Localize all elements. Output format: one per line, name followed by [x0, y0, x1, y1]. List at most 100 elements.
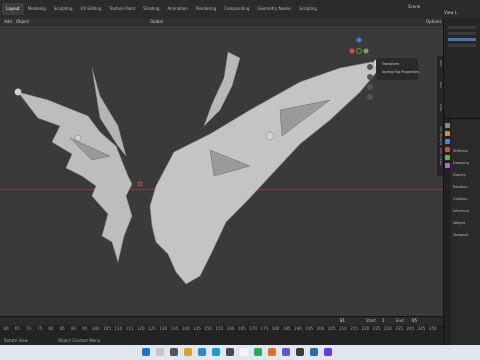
pan-icon[interactable]: [367, 74, 373, 80]
frame-ruler[interactable]: 60 65 70 75 80 85 90 95 100 105 110 115 120 125 130 135…: [0, 326, 443, 334]
frame-tick[interactable]: 145: [193, 326, 201, 331]
start-frame-field[interactable]: 1: [382, 318, 385, 323]
tab-scripting[interactable]: Scripting: [295, 3, 321, 15]
frame-tick[interactable]: 225: [373, 326, 381, 331]
tab-layout[interactable]: Layout: [2, 3, 24, 15]
y-axis-positive-dot[interactable]: [363, 48, 369, 54]
outliner-row-selected[interactable]: [448, 38, 476, 41]
tab-rendering[interactable]: Rendering: [192, 3, 220, 15]
tab-geometry-nodes[interactable]: Geometry Nodes: [253, 3, 295, 15]
zoom-icon[interactable]: [367, 64, 373, 70]
property-stiffness[interactable]: Stiffness: [453, 149, 468, 153]
vscode-icon[interactable]: [310, 348, 318, 356]
frame-tick[interactable]: 115: [126, 326, 134, 331]
camera-icon[interactable]: [367, 84, 373, 90]
outliner-row[interactable]: [448, 26, 476, 29]
property-viewport[interactable]: Viewport: [453, 233, 468, 237]
frame-tick[interactable]: 230: [384, 326, 392, 331]
frame-tick[interactable]: 195: [305, 326, 313, 331]
app-icon[interactable]: [324, 348, 332, 356]
file-explorer-icon[interactable]: [184, 348, 192, 356]
object-menu[interactable]: Object: [16, 19, 29, 24]
property-influence[interactable]: Influence: [453, 209, 469, 213]
frame-tick[interactable]: 220: [362, 326, 370, 331]
properties-editor[interactable]: Stiffness Damping Gravity Rotation Collision…: [443, 118, 480, 346]
tab-animation[interactable]: Animation: [163, 3, 191, 15]
discord-icon[interactable]: [282, 348, 290, 356]
grid-icon[interactable]: [367, 94, 373, 100]
constraint-tab-icon[interactable]: [445, 147, 450, 152]
material-tab-icon[interactable]: [445, 163, 450, 168]
frame-tick[interactable]: 70: [26, 326, 31, 331]
frame-tick[interactable]: 150: [204, 326, 212, 331]
property-collision[interactable]: Collision: [453, 197, 468, 201]
current-frame-field[interactable]: 81: [340, 318, 345, 323]
frame-tick[interactable]: 155: [216, 326, 224, 331]
frame-tick[interactable]: 110: [114, 326, 122, 331]
frame-tick[interactable]: 85: [60, 326, 65, 331]
paint-icon[interactable]: [240, 348, 248, 356]
property-damping[interactable]: Damping: [453, 161, 469, 165]
tool-tab-icon[interactable]: [445, 123, 450, 128]
outliner-row[interactable]: [448, 44, 476, 47]
property-weight[interactable]: Weight: [453, 221, 465, 225]
blender-icon[interactable]: [268, 348, 276, 356]
add-menu[interactable]: Add: [4, 19, 12, 24]
end-frame-field[interactable]: 95: [412, 318, 417, 323]
frame-tick[interactable]: 80: [48, 326, 53, 331]
y-axis-dot[interactable]: [356, 48, 362, 54]
frame-tick[interactable]: 105: [103, 326, 111, 331]
frame-tick[interactable]: 215: [350, 326, 358, 331]
object-tab-icon[interactable]: [445, 131, 450, 136]
frame-tick[interactable]: 95: [82, 326, 87, 331]
tab-compositing[interactable]: Compositing: [220, 3, 253, 15]
frame-tick[interactable]: 185: [283, 326, 291, 331]
frame-tick[interactable]: 250: [429, 326, 437, 331]
3d-viewport[interactable]: Transform Spring Rig Properties Item Tool…: [0, 26, 443, 316]
bone-joint[interactable]: [265, 131, 275, 141]
frame-tick[interactable]: 245: [418, 326, 426, 331]
frame-tick[interactable]: 135: [171, 326, 179, 331]
frame-tick[interactable]: 160: [227, 326, 235, 331]
frame-tick[interactable]: 205: [328, 326, 336, 331]
z-axis-dot[interactable]: [356, 37, 362, 43]
bone-joint[interactable]: [14, 88, 22, 96]
chrome-icon[interactable]: [254, 348, 262, 356]
bone-joint[interactable]: [74, 134, 82, 142]
outliner-row[interactable]: [448, 32, 476, 35]
options-dropdown[interactable]: Options: [426, 19, 441, 24]
frame-tick[interactable]: 170: [249, 326, 257, 331]
view-layer-selector[interactable]: View L: [444, 10, 457, 15]
start-icon[interactable]: [142, 348, 150, 356]
frame-tick[interactable]: 90: [71, 326, 76, 331]
property-rotation[interactable]: Rotation: [453, 185, 468, 189]
frame-tick[interactable]: 200: [317, 326, 325, 331]
frame-tick[interactable]: 75: [37, 326, 42, 331]
tab-sculpting[interactable]: Sculpting: [50, 3, 77, 15]
terminal-icon[interactable]: [296, 348, 304, 356]
frame-tick[interactable]: 130: [159, 326, 167, 331]
tab-modeling[interactable]: Modeling: [24, 3, 50, 15]
navigation-gizmo[interactable]: [344, 36, 374, 66]
frame-tick[interactable]: 210: [339, 326, 347, 331]
transform-section[interactable]: Transform: [382, 62, 399, 66]
property-gravity[interactable]: Gravity: [453, 173, 466, 177]
frame-tick[interactable]: 60: [3, 326, 8, 331]
outliner[interactable]: [443, 18, 480, 118]
modifier-tab-icon[interactable]: [445, 139, 450, 144]
mail-icon[interactable]: [226, 348, 234, 356]
frame-tick[interactable]: 125: [148, 326, 156, 331]
frame-tick[interactable]: 140: [182, 326, 190, 331]
edge-icon[interactable]: [198, 348, 206, 356]
frame-tick[interactable]: 175: [260, 326, 268, 331]
task-view-icon[interactable]: [170, 348, 178, 356]
tab-shading[interactable]: Shading: [139, 3, 163, 15]
x-axis-dot[interactable]: [349, 48, 355, 54]
data-tab-icon[interactable]: [445, 155, 450, 160]
frame-tick[interactable]: 240: [406, 326, 414, 331]
frame-tick[interactable]: 235: [395, 326, 403, 331]
spring-rig-properties-section[interactable]: Spring Rig Properties: [382, 70, 419, 74]
frame-tick[interactable]: 190: [294, 326, 302, 331]
frame-tick[interactable]: 120: [137, 326, 145, 331]
frame-tick[interactable]: 165: [238, 326, 246, 331]
